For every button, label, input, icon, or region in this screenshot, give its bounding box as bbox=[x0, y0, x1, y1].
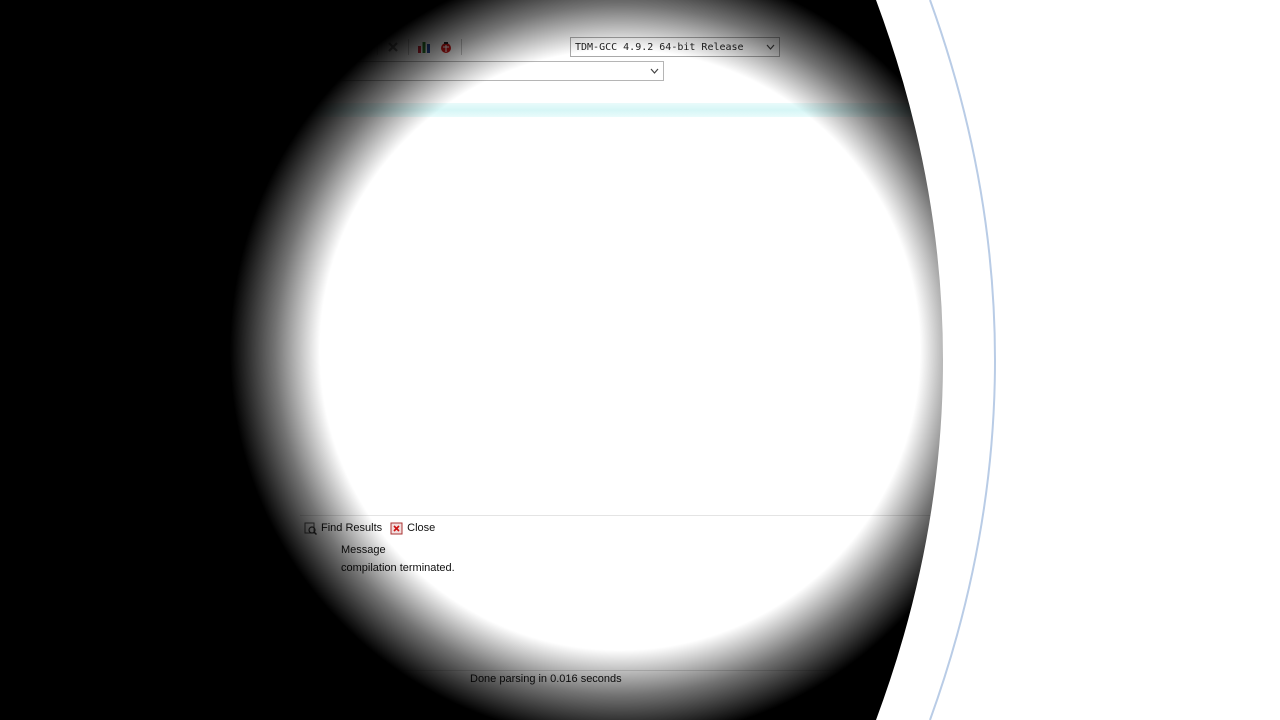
stop-icon[interactable] bbox=[384, 38, 402, 56]
tab-find-results-label: Find Results bbox=[321, 522, 383, 534]
toolbar-separator bbox=[346, 39, 347, 55]
scope-select[interactable] bbox=[300, 61, 664, 81]
grid-icon[interactable] bbox=[322, 38, 340, 56]
compiler-select[interactable]: TDM-GCC 4.9.2 64-bit Release bbox=[570, 37, 780, 57]
chevron-down-icon[interactable] bbox=[766, 42, 775, 53]
active-line-highlight bbox=[300, 103, 940, 117]
checkmark-icon[interactable] bbox=[353, 38, 371, 56]
chart-icon[interactable] bbox=[415, 38, 433, 56]
chevron-down-icon[interactable] bbox=[650, 65, 659, 77]
status-bar: Done parsing in 0.016 seconds bbox=[300, 670, 980, 688]
message-panel-tabs: Find Results Close bbox=[300, 516, 980, 540]
find-icon bbox=[304, 522, 317, 535]
close-icon bbox=[390, 522, 403, 535]
toolbar-separator bbox=[408, 39, 409, 55]
tab-close[interactable]: Close bbox=[390, 522, 435, 535]
tab-find-results[interactable]: Find Results bbox=[304, 522, 382, 535]
ide-window: TDM-GCC 4.9.2 64-bit Release Find Result… bbox=[0, 0, 1000, 720]
message-row[interactable]: compilation terminated. bbox=[341, 562, 455, 574]
tab-close-label: Close bbox=[407, 522, 436, 534]
message-column-header[interactable]: Message bbox=[341, 544, 386, 556]
message-panel: Find Results Close Message compilation t… bbox=[300, 515, 980, 671]
status-text: Done parsing in 0.016 seconds bbox=[470, 673, 622, 685]
toolbar bbox=[300, 36, 464, 58]
compiler-select-value: TDM-GCC 4.9.2 64-bit Release bbox=[575, 41, 744, 53]
toolbar-separator bbox=[377, 39, 378, 55]
grid-icon[interactable] bbox=[300, 38, 318, 56]
toolbar-separator bbox=[461, 39, 462, 55]
debug-icon[interactable] bbox=[437, 38, 455, 56]
